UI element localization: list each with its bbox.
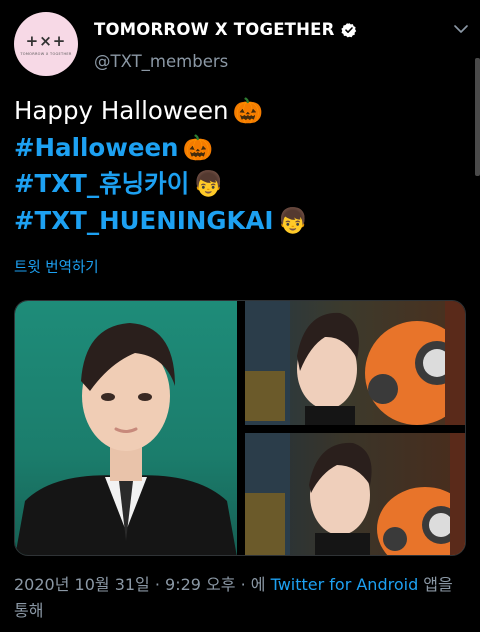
member-emoji-icon: 👦 <box>193 169 224 198</box>
avatar-logo-subtext: TOMORROW X TOGETHER <box>20 52 72 56</box>
member-emoji-icon: 👦 <box>277 205 309 235</box>
portrait-illustration <box>15 323 237 555</box>
tweet-timestamp: 2020년 10월 31일 · 9:29 오후 · 에 Twitter for … <box>14 572 454 624</box>
media-grid <box>14 300 466 556</box>
hashtag-text[interactable]: #Halloween <box>14 130 179 167</box>
selfie-pumpkin-illustration <box>245 301 465 425</box>
avatar[interactable]: +×+ TOMORROW X TOGETHER <box>14 12 78 76</box>
scrollbar[interactable] <box>475 58 480 176</box>
selfie-pumpkin-illustration <box>245 433 465 555</box>
author-handle[interactable]: @TXT_members <box>94 52 228 71</box>
tweet-body: Happy Halloween 🎃 #Halloween 🎃 #TXT_휴닝카이… <box>14 93 454 239</box>
tweet-line-greeting: Happy Halloween 🎃 <box>14 93 454 130</box>
author-display-name[interactable]: TOMORROW X TOGETHER <box>94 20 335 39</box>
author-name-row[interactable]: TOMORROW X TOGETHER <box>94 20 357 39</box>
hashtag-text[interactable]: #TXT_휴닝카이 <box>14 166 189 203</box>
tweet-line-text: Happy Halloween <box>14 96 229 125</box>
photo-top-right[interactable] <box>245 301 465 425</box>
chevron-down-icon[interactable] <box>452 20 470 38</box>
hashtag-txt-hueningkai-korean[interactable]: #TXT_휴닝카이 👦 <box>14 166 454 203</box>
photo-bottom-right[interactable] <box>245 433 465 555</box>
translate-tweet-link[interactable]: 트윗 번역하기 <box>14 256 99 277</box>
pumpkin-emoji-icon: 🎃 <box>232 96 264 125</box>
verified-badge-icon <box>340 22 356 37</box>
hashtag-text[interactable]: #TXT_HUENINGKAI <box>14 203 274 240</box>
photo-main[interactable] <box>15 301 237 555</box>
avatar-logo-mark: +×+ <box>25 32 67 50</box>
pumpkin-emoji-icon: 🎃 <box>182 132 214 162</box>
timestamp-text: 2020년 10월 31일 · 9:29 오후 · 에 <box>14 575 266 594</box>
source-link[interactable]: Twitter for Android <box>271 575 419 594</box>
tweet-header: +×+ TOMORROW X TOGETHER TOMORROW X TOGET… <box>14 12 470 76</box>
hashtag-txt-hueningkai[interactable]: #TXT_HUENINGKAI 👦 <box>14 203 454 240</box>
hashtag-halloween[interactable]: #Halloween 🎃 <box>14 130 454 167</box>
